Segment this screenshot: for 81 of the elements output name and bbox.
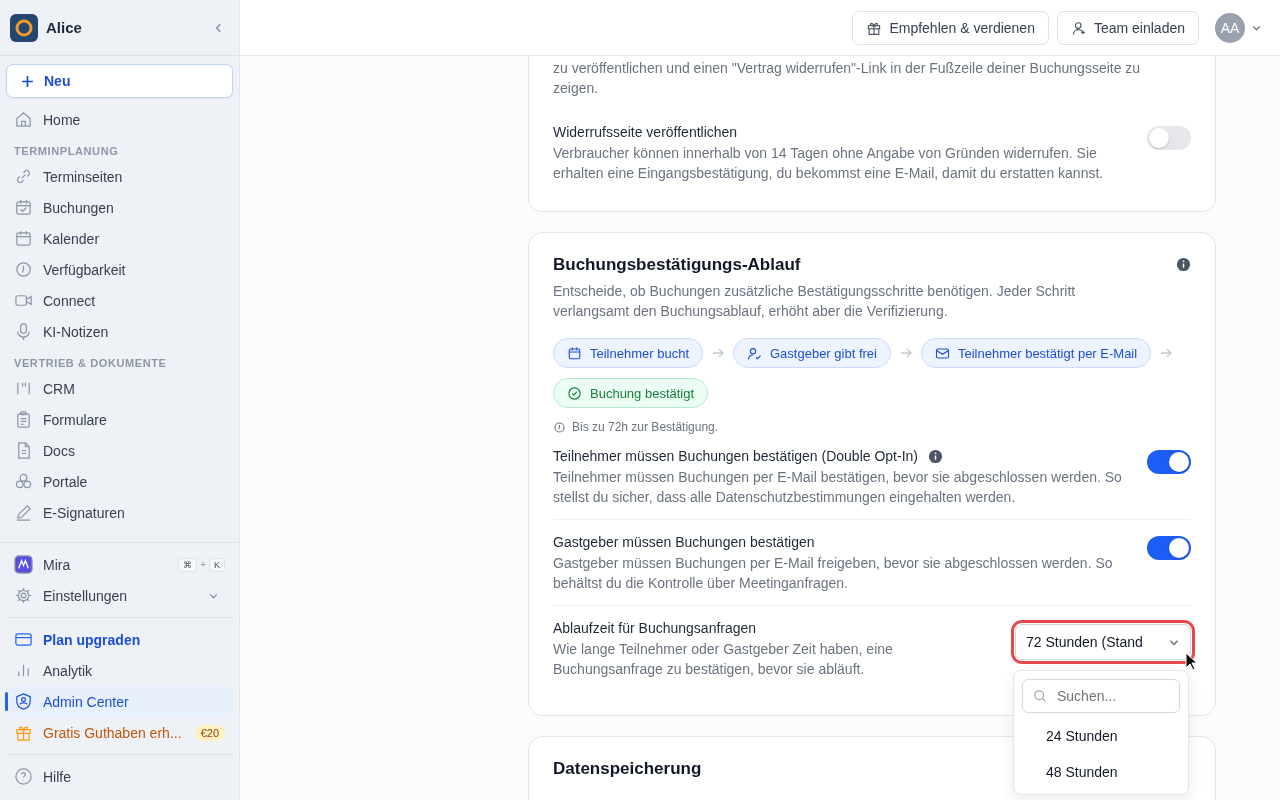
setting-title: Widerrufsseite veröffentlichen bbox=[553, 124, 738, 140]
mail-icon bbox=[934, 345, 950, 361]
settings-item[interactable]: Einstellungen bbox=[6, 580, 233, 611]
header-button[interactable]: Team einladen bbox=[1056, 10, 1199, 45]
setting-description: Gastgeber müssen Buchungen per E-Mail freigeben, bevor sie abgeschlossen werden. So behältst du die Kontrolle über Meetinganfragen. bbox=[553, 554, 1114, 593]
shortcut-key: + bbox=[200, 559, 206, 570]
sidebar-item[interactable]: Terminseiten bbox=[6, 161, 233, 192]
setting-title: Teilnehmer müssen Buchungen bestätigen (Double Opt-In) bbox=[553, 448, 918, 464]
arrow-icon bbox=[898, 346, 913, 360]
info-icon[interactable] bbox=[1176, 257, 1191, 272]
sidebar-item[interactable]: KI-Notizen bbox=[6, 316, 233, 347]
pen-icon bbox=[14, 503, 33, 522]
setting-description: Wie lange Teilnehmer oder Gastgeber Zeit haben, eine Buchungsanfrage zu bestätigen, bevor sie abläuft. bbox=[553, 640, 894, 679]
settings-icon bbox=[14, 586, 33, 605]
promo-item[interactable]: Gratis Guthaben erh... €20 bbox=[6, 717, 233, 748]
sidebar-item[interactable]: Verfügbarkeit bbox=[6, 254, 233, 285]
flow-step: Teilnehmer bucht bbox=[553, 338, 703, 368]
check-circle-icon bbox=[567, 385, 582, 401]
card-description: zu veröffentlichen und einen "Vertrag widerrufen"-Link in der Fußzeile deiner Buchungsseite zu zeigen. bbox=[553, 59, 1142, 98]
home-icon bbox=[14, 110, 33, 129]
clipboard-icon bbox=[14, 410, 33, 429]
arrow-icon bbox=[711, 346, 725, 360]
credit-card-icon bbox=[14, 630, 33, 649]
setting-description: Teilnehmer müssen Buchungen per E-Mail bestätigen, bevor sie abgeschlossen werden. So stellst du sicher, dass alle Datenschutzbestimmungen eingehalten werden. bbox=[553, 468, 1123, 507]
sidebar-item[interactable]: Connect bbox=[6, 285, 233, 316]
note-text: Bis zu 72h zur Bestätigung. bbox=[572, 420, 719, 434]
upgrade-item[interactable]: Plan upgraden bbox=[6, 624, 233, 655]
credit-badge: €20 bbox=[194, 724, 225, 741]
sidebar-item[interactable]: Home bbox=[6, 104, 233, 135]
setting-title: Gastgeber müssen Buchungen bestätigen bbox=[553, 534, 815, 550]
card-description: Entscheide, ob Buchungen zusätzliche Bestätigungsschritte benötigen. Jeder Schritt verlangsamt den Buchungsablauf, erhöht aber die Verifizierung. bbox=[553, 282, 1077, 321]
search-field[interactable]: Suchen... bbox=[1022, 679, 1180, 713]
dropdown-option[interactable]: 48 Stunden bbox=[1022, 750, 1180, 786]
section-heading: VERTRIEB & DOKUMENTE bbox=[13, 356, 168, 371]
flow-step: Buchung bestätigt bbox=[553, 378, 709, 408]
arrow-icon bbox=[1159, 346, 1174, 360]
help-item[interactable]: Hilfe bbox=[6, 761, 233, 792]
sidebar-item[interactable]: Portale bbox=[6, 466, 233, 497]
calendar-icon bbox=[14, 229, 33, 248]
mira-item[interactable]: Mira ⌘ + K bbox=[6, 549, 233, 580]
workspace-name: Alice bbox=[46, 19, 83, 36]
header-button[interactable]: Empfehlen & verdienen bbox=[852, 10, 1049, 45]
sidebar-item[interactable]: Kalender bbox=[6, 223, 233, 254]
calendar-check-icon bbox=[14, 198, 33, 217]
toggle-switch[interactable] bbox=[1147, 126, 1191, 150]
logo-icon bbox=[10, 13, 38, 42]
user-check-icon bbox=[747, 345, 762, 361]
sidebar-item[interactable]: CRM bbox=[6, 373, 233, 404]
calendar-icon bbox=[567, 345, 582, 361]
link-icon bbox=[14, 167, 33, 186]
section-heading: TERMINPLANUNG bbox=[13, 144, 120, 159]
flow-step: Teilnehmer bestätigt per E-Mail bbox=[920, 338, 1152, 368]
card-title: Buchungsbestätigungs-Ablauf bbox=[553, 255, 801, 275]
shortcut-key: K bbox=[209, 557, 225, 572]
dropdown-option[interactable]: 24 Stunden bbox=[1022, 713, 1180, 750]
new-button[interactable]: Neu bbox=[6, 64, 233, 98]
info-icon[interactable] bbox=[928, 448, 943, 464]
cursor-icon bbox=[1185, 652, 1199, 672]
user-plus-icon bbox=[1070, 19, 1087, 36]
toggle-switch[interactable] bbox=[1147, 450, 1191, 474]
flow-step: Gastgeber gibt frei bbox=[733, 338, 891, 368]
microphone-icon bbox=[14, 322, 33, 341]
card-title: Datenspeicherung bbox=[553, 759, 702, 779]
sidebar-item[interactable]: Docs bbox=[6, 435, 233, 466]
sidebar-item[interactable]: Formulare bbox=[6, 404, 233, 435]
setting-description: Verbraucher können innerhalb von 14 Tagen ohne Angabe von Gründen widerrufen. Sie erhalten eine Eingangsbestätigung, du bekommst eine E-Mail, damit du erstatten kannst. bbox=[553, 144, 1105, 183]
shortcut-key: ⌘ bbox=[178, 557, 198, 572]
plus-icon bbox=[21, 74, 34, 88]
app-icon bbox=[14, 555, 33, 574]
shield-user-icon bbox=[14, 692, 33, 711]
clock-icon bbox=[553, 420, 566, 434]
gift-icon bbox=[14, 723, 33, 742]
sidebar-item[interactable]: Analytik bbox=[6, 655, 233, 686]
sidebar-item[interactable]: Buchungen bbox=[6, 192, 233, 223]
toggle-switch[interactable] bbox=[1147, 536, 1191, 560]
sidebar-item[interactable]: Admin Center bbox=[6, 686, 233, 717]
setting-title: Ablaufzeit für Buchungsanfragen bbox=[553, 620, 757, 636]
sidebar-item[interactable]: E-Signaturen bbox=[6, 497, 233, 528]
circles-icon bbox=[14, 472, 33, 491]
help-icon bbox=[14, 767, 33, 786]
clock-icon bbox=[14, 260, 33, 279]
